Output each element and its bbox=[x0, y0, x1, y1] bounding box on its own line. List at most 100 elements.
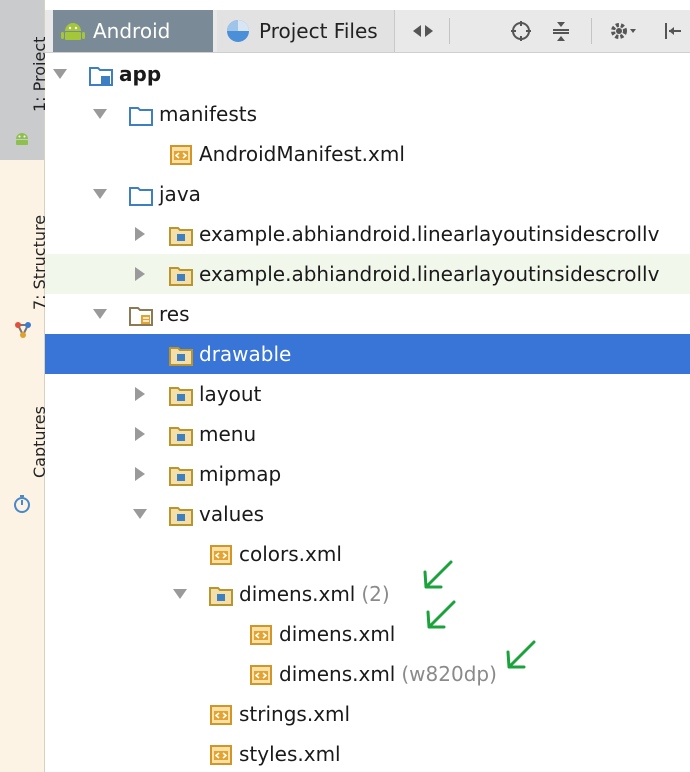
project-files-icon bbox=[227, 20, 249, 42]
tree-node-hint: (w820dp) bbox=[401, 662, 497, 686]
tree-row[interactable]: styles.xml bbox=[45, 734, 690, 772]
gear-icon bbox=[611, 23, 636, 39]
expanded-arrow-icon[interactable] bbox=[53, 69, 67, 79]
tree-node: strings.xml bbox=[209, 702, 350, 726]
collapse-all-button[interactable] bbox=[543, 10, 579, 52]
android-robot-icon bbox=[16, 133, 28, 145]
tree-row[interactable]: java bbox=[45, 174, 690, 214]
tree-row[interactable]: values bbox=[45, 494, 690, 534]
tree-node: drawable bbox=[169, 342, 291, 366]
expanded-arrow-icon[interactable] bbox=[93, 109, 107, 119]
locate-button[interactable] bbox=[503, 10, 539, 52]
tree-node-label: drawable bbox=[199, 342, 292, 366]
tree-row[interactable]: dimens.xml (w820dp) bbox=[45, 654, 690, 694]
tree-row[interactable]: example.abhiandroid.linearlayoutinsidesc… bbox=[45, 254, 690, 294]
tree-row[interactable]: dimens.xml bbox=[45, 614, 690, 654]
xml-file-icon bbox=[169, 144, 192, 165]
tree-row[interactable]: app bbox=[45, 54, 690, 94]
collapsed-arrow-icon[interactable] bbox=[135, 387, 145, 401]
annotation-arrow-icon bbox=[423, 560, 453, 589]
hide-panel-icon bbox=[665, 23, 681, 39]
tree-node: values bbox=[169, 502, 264, 526]
structure-tool-tab[interactable]: 7: Structure bbox=[0, 180, 49, 350]
expand-collapse-arrows-icon bbox=[413, 25, 433, 37]
annotation-arrow-icon bbox=[426, 600, 456, 629]
tree-node-label: values bbox=[199, 502, 265, 526]
tree-node-label: menu bbox=[199, 422, 257, 446]
package-icon bbox=[169, 344, 193, 366]
tree-node-label: styles.xml bbox=[239, 742, 341, 766]
tree-row[interactable]: strings.xml bbox=[45, 694, 690, 734]
structure-icon bbox=[15, 322, 31, 338]
tree-row[interactable]: manifests bbox=[45, 94, 690, 134]
tree-node-label: dimens.xml bbox=[279, 622, 396, 646]
project-files-view-label: Project Files bbox=[259, 19, 378, 43]
tree-node-label: app bbox=[119, 62, 162, 86]
tree-node: layout bbox=[169, 382, 261, 406]
collapsed-arrow-icon[interactable] bbox=[135, 267, 145, 281]
xml-file-icon bbox=[249, 664, 272, 685]
tree-row[interactable]: example.abhiandroid.linearlayoutinsidesc… bbox=[45, 214, 690, 254]
android-view-label: Android bbox=[93, 19, 171, 43]
settings-button[interactable] bbox=[601, 10, 645, 52]
tree-row[interactable]: menu bbox=[45, 414, 690, 454]
locate-target-icon bbox=[511, 21, 531, 41]
tool-window-strip: 1: Project 7: Structure Captures bbox=[0, 0, 49, 772]
android-robot-icon bbox=[61, 23, 85, 40]
tree-node: styles.xml bbox=[209, 742, 341, 766]
project-tool-tab[interactable]: 1: Project bbox=[0, 0, 49, 160]
tree-row[interactable]: colors.xml bbox=[45, 534, 690, 574]
collapsed-arrow-icon[interactable] bbox=[135, 467, 145, 481]
tree-node-hint: (2) bbox=[361, 582, 390, 606]
tree-node: dimens.xml (w820dp) bbox=[249, 662, 497, 686]
collapsed-arrow-icon[interactable] bbox=[135, 227, 145, 241]
android-view-tab[interactable]: Android bbox=[53, 10, 213, 52]
package-icon bbox=[169, 224, 193, 246]
xml-file-icon bbox=[209, 544, 232, 565]
toolbar-separator bbox=[449, 18, 450, 44]
tree-node: res bbox=[129, 302, 190, 326]
tree-node-label: java bbox=[159, 182, 201, 206]
tree-node: menu bbox=[169, 422, 256, 446]
view-switch-button[interactable] bbox=[403, 10, 443, 52]
expanded-arrow-icon[interactable] bbox=[133, 509, 147, 519]
tree-row[interactable]: drawable bbox=[45, 334, 690, 374]
project-files-view-tab[interactable]: Project Files bbox=[217, 10, 395, 52]
xml-file-icon bbox=[209, 704, 232, 725]
tree-node-label: mipmap bbox=[199, 462, 282, 486]
collapsed-arrow-icon[interactable] bbox=[135, 427, 145, 441]
tree-row[interactable]: res bbox=[45, 294, 690, 334]
tree-node: app bbox=[89, 62, 161, 86]
hide-panel-button[interactable] bbox=[655, 10, 690, 52]
tree-row[interactable]: AndroidManifest.xml bbox=[45, 134, 690, 174]
tree-row[interactable]: mipmap bbox=[45, 454, 690, 494]
package-icon bbox=[169, 504, 193, 526]
tree-row[interactable]: layout bbox=[45, 374, 690, 414]
captures-icon bbox=[14, 495, 30, 513]
tree-row[interactable]: dimens.xml (2) bbox=[45, 574, 690, 614]
tree-node: manifests bbox=[129, 102, 257, 126]
tree-node-label: layout bbox=[199, 382, 262, 406]
toolbar-separator bbox=[591, 18, 592, 44]
package-icon bbox=[169, 264, 193, 286]
tree-node-label: res bbox=[159, 302, 190, 326]
expanded-arrow-icon[interactable] bbox=[93, 309, 107, 319]
project-panel: Android Project Files app manifests Andr… bbox=[45, 0, 690, 772]
tree-node: dimens.xml (2) bbox=[209, 582, 390, 606]
project-toolbar: Android Project Files bbox=[45, 10, 690, 53]
captures-tool-tab[interactable]: Captures bbox=[0, 380, 49, 520]
tree-node: example.abhiandroid.linearlayoutinsidesc… bbox=[169, 262, 659, 286]
package-icon bbox=[209, 584, 233, 606]
tree-node: dimens.xml bbox=[249, 622, 395, 646]
tree-node-label: example.abhiandroid.linearlayoutinsidesc… bbox=[199, 222, 660, 246]
expanded-arrow-icon[interactable] bbox=[93, 189, 107, 199]
tree-node-label: manifests bbox=[159, 102, 257, 126]
module-folder-icon bbox=[89, 64, 113, 86]
tree-node-label: colors.xml bbox=[239, 542, 342, 566]
tree-node: java bbox=[129, 182, 201, 206]
package-icon bbox=[169, 424, 193, 446]
tree-node-label: example.abhiandroid.linearlayoutinsidesc… bbox=[199, 262, 660, 286]
folder-icon bbox=[129, 104, 153, 126]
tree-node: AndroidManifest.xml bbox=[169, 142, 405, 166]
expanded-arrow-icon[interactable] bbox=[173, 589, 187, 599]
